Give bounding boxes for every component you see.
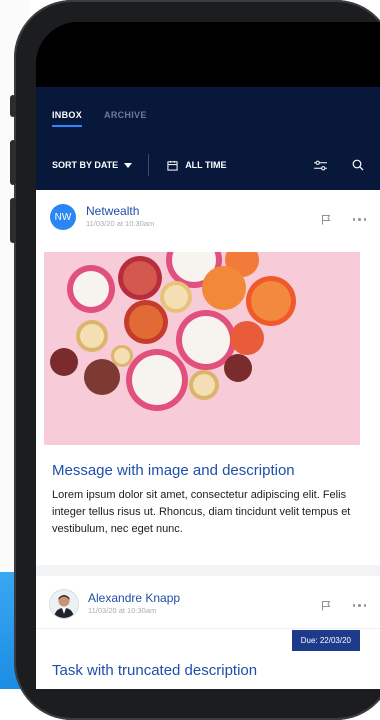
sort-dropdown[interactable]: SORT BY DATE (52, 160, 133, 170)
task-card[interactable]: Alexandre Knapp 11/03/20 at 10:30am Due:… (36, 576, 380, 689)
tab-archive[interactable]: ARCHIVE (104, 110, 147, 120)
message-list: NW Netwealth 11/03/20 at 10:30am Message… (36, 190, 380, 689)
message-body: Lorem ipsum dolor sit amet, consectetur … (52, 489, 351, 535)
task-divider (36, 628, 380, 629)
date-range-button[interactable]: ALL TIME (167, 160, 227, 171)
phone-screen: INBOX ARCHIVE SORT BY DATE ALL TIME NW N… (36, 22, 380, 689)
task-title[interactable]: Task with truncated description (52, 662, 257, 679)
message-card[interactable]: NW Netwealth 11/03/20 at 10:30am Message… (36, 190, 380, 565)
more-options-icon[interactable] (352, 218, 366, 221)
phone-volume-up (10, 140, 16, 185)
date-range-label: ALL TIME (185, 160, 227, 170)
sender-block: Netwealth 11/03/20 at 10:30am (86, 204, 154, 230)
sender-name: Netwealth (86, 204, 140, 218)
caret-down-icon (124, 162, 133, 168)
filter-sliders-icon[interactable] (313, 160, 328, 171)
task-header: Alexandre Knapp 11/03/20 at 10:30am (50, 590, 180, 618)
due-date-badge: Due: 22/03/20 (291, 630, 360, 651)
fruit-photo (44, 252, 360, 445)
filter-divider (148, 154, 150, 176)
search-icon[interactable] (352, 159, 364, 171)
message-header: NW Netwealth 11/03/20 at 10:30am (50, 204, 154, 230)
phone-mute-switch (10, 95, 16, 117)
avatar: NW (50, 204, 76, 230)
person-avatar-icon (50, 590, 78, 618)
phone-volume-down (10, 198, 16, 243)
message-time: 11/03/20 at 10:30am (86, 219, 155, 228)
sender-block: Alexandre Knapp 11/03/20 at 10:30am (88, 591, 180, 617)
flag-icon[interactable] (321, 214, 331, 225)
status-area (36, 22, 380, 87)
flag-icon[interactable] (321, 600, 331, 611)
calendar-icon (167, 160, 178, 171)
message-title[interactable]: Message with image and description (52, 462, 295, 479)
message-time: 11/03/20 at 10:30am (88, 606, 157, 615)
more-options-icon[interactable] (352, 604, 366, 607)
message-image (44, 252, 360, 445)
message-actions (321, 214, 366, 225)
tab-inbox[interactable]: INBOX (52, 110, 83, 127)
filter-icons (313, 159, 364, 171)
task-actions (321, 600, 366, 611)
sender-name: Alexandre Knapp (88, 591, 181, 605)
sort-label: SORT BY DATE (52, 160, 119, 170)
filter-bar: SORT BY DATE ALL TIME (52, 154, 364, 176)
app-header: INBOX ARCHIVE SORT BY DATE ALL TIME (36, 87, 380, 190)
tab-bar: INBOX ARCHIVE (52, 110, 147, 127)
avatar (50, 590, 78, 618)
